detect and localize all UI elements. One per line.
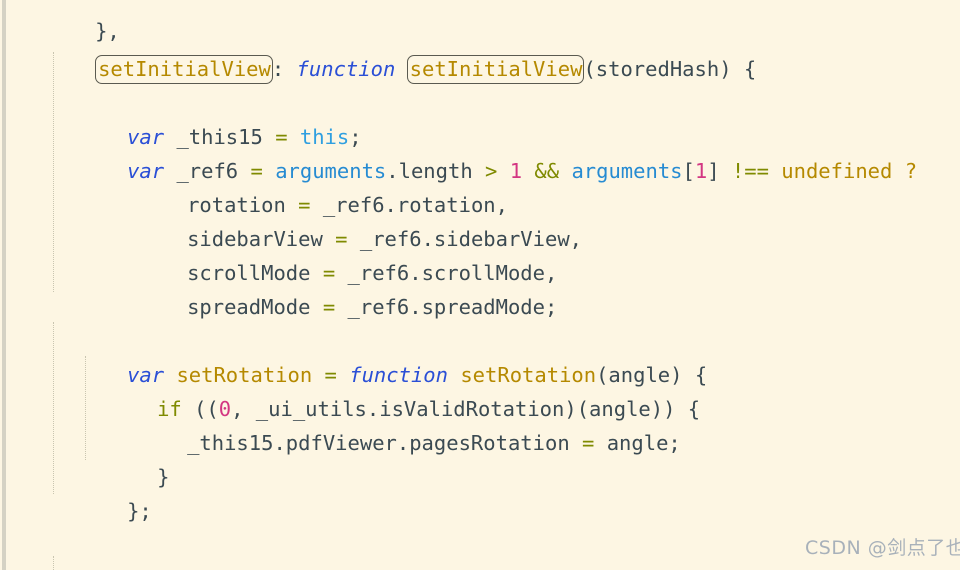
symbol-highlight-box-1[interactable]: setInitialView (95, 55, 273, 84)
code-line-14: _this15.pdfViewer.pagesRotation = angle; (0, 392, 960, 455)
code-token-spread-mode-name: spreadMode (187, 295, 311, 319)
code-line-1: }, (0, 0, 960, 43)
code-token-equals-6: = (322, 295, 336, 319)
code-space-2 (395, 57, 407, 81)
code-space-1 (284, 57, 296, 81)
code-line-13: if ((0, _ui_utils.isValidRotation)(angle… (0, 358, 960, 421)
symbol-highlight-box-2[interactable]: setInitialView (406, 55, 585, 84)
code-line-6: rotation = _ref6.rotation, (0, 154, 960, 217)
code-token-close-brace-semi: }; (127, 499, 152, 523)
code-line-5: var _ref6 = arguments.length > 1 && argu… (0, 120, 960, 183)
code-space-22 (310, 295, 322, 319)
code-line-7: sidebarView = _ref6.sidebarView, (0, 188, 960, 251)
code-space-23 (335, 295, 347, 319)
code-token-function-keyword: function (296, 57, 396, 81)
code-token-colon: : (271, 57, 285, 81)
code-line-8: scrollMode = _ref6.scrollMode, (0, 222, 960, 285)
code-token-close-paren-brace: ) { (719, 57, 757, 81)
code-line-4: var _this15 = this; (0, 86, 960, 149)
code-line-9: spreadMode = _ref6.spreadMode; (0, 256, 960, 319)
code-line-19: var setViewerModes = function setViewerM… (0, 528, 960, 570)
code-token-open-paren: ( (583, 57, 596, 81)
code-token-stored-hash: storedHash (595, 57, 720, 81)
code-token-ref6-spread-mode: _ref6.spreadMode; (347, 295, 558, 319)
code-line-15: } (0, 426, 960, 489)
code-line-12: var setRotation = function setRotation(a… (0, 324, 960, 387)
code-editor-screenshot: }, setInitialView: function setInitialVi… (0, 0, 960, 570)
code-surface[interactable]: }, setInitialView: function setInitialVi… (0, 0, 960, 570)
code-line-2: setInitialView: function setInitialView(… (0, 18, 960, 84)
code-line-16: }; (0, 460, 960, 523)
